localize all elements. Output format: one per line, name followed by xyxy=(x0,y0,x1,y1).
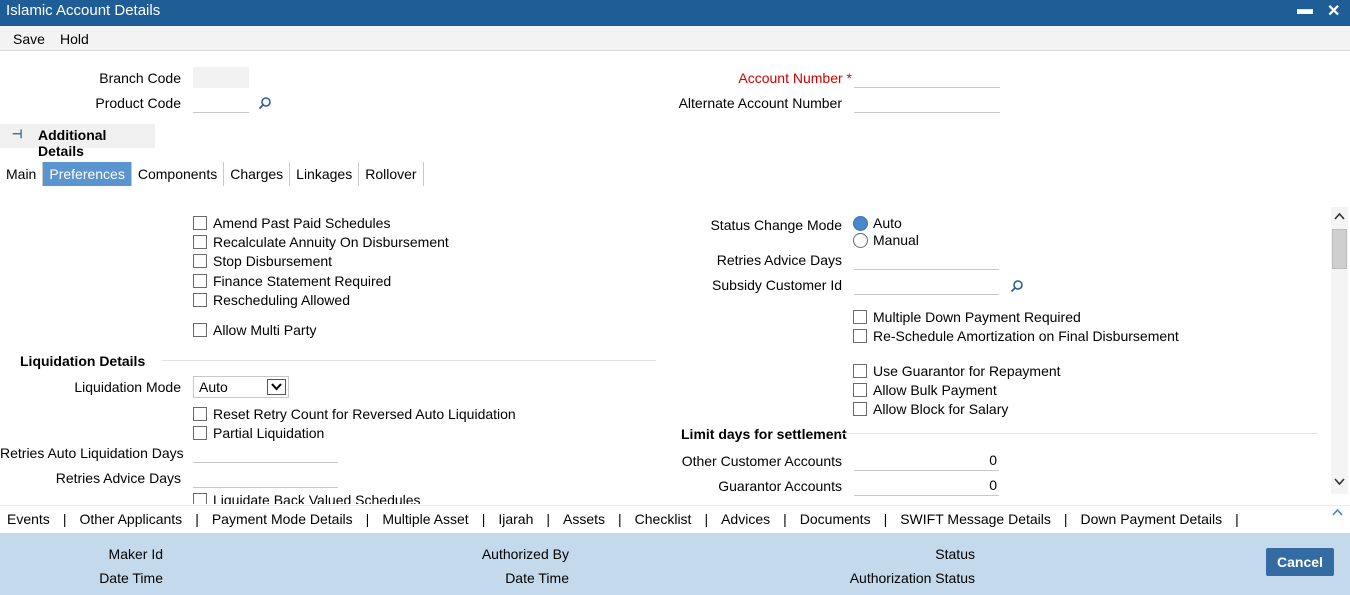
retries-auto-liquidation-label: Retries Auto Liquidation Days xyxy=(0,445,184,461)
chevron-down-icon[interactable] xyxy=(1333,477,1346,487)
subsidy-customer-id-field[interactable] xyxy=(854,274,999,295)
account-number-field[interactable] xyxy=(854,67,1000,88)
amend-past-paid-checkbox[interactable]: Amend Past Paid Schedules xyxy=(193,215,390,231)
product-code-field[interactable] xyxy=(193,92,249,113)
alternate-account-field[interactable] xyxy=(854,92,1000,113)
guarantor-accounts-label: Guarantor Accounts xyxy=(718,478,842,494)
tab-rollover[interactable]: Rollover xyxy=(359,162,424,186)
section-divider xyxy=(840,433,1318,434)
reset-retry-count-checkbox[interactable]: Reset Retry Count for Reversed Auto Liqu… xyxy=(193,406,516,422)
allow-block-salary-checkbox[interactable]: Allow Block for Salary xyxy=(853,401,1008,417)
tab-preferences[interactable]: Preferences xyxy=(43,162,132,186)
finance-statement-checkbox[interactable]: Finance Statement Required xyxy=(193,273,391,289)
auth-date-time-label: Date Time xyxy=(505,570,569,586)
other-customer-accounts-field[interactable]: 0 xyxy=(854,450,999,471)
liquidation-retries-advice-field[interactable] xyxy=(193,467,338,488)
advices-link[interactable]: Advices xyxy=(721,511,770,527)
liquidation-mode-label: Liquidation Mode xyxy=(74,379,181,395)
events-link[interactable]: Events xyxy=(7,511,50,527)
preferences-panel: Amend Past Paid Schedules Recalculate An… xyxy=(0,190,1330,504)
liquidation-retries-advice-label: Retries Advice Days xyxy=(55,470,181,486)
search-icon[interactable] xyxy=(258,96,272,110)
chevron-up-icon[interactable] xyxy=(1331,507,1344,517)
date-time-label: Date Time xyxy=(99,570,163,586)
allow-multi-party-checkbox[interactable]: Allow Multi Party xyxy=(193,322,316,338)
tab-linkages[interactable]: Linkages xyxy=(290,162,360,186)
required-marker: * xyxy=(846,70,852,86)
vertical-scrollbar[interactable] xyxy=(1331,207,1348,494)
window-title: Islamic Account Details xyxy=(6,2,161,19)
chevron-down-icon[interactable] xyxy=(267,379,286,395)
swift-message-details-link[interactable]: SWIFT Message Details xyxy=(900,511,1051,527)
product-code-label: Product Code xyxy=(95,95,181,111)
account-number-label: Account Number * xyxy=(738,70,852,86)
assets-link[interactable]: Assets xyxy=(563,511,605,527)
liquidate-back-valued-checkbox[interactable]: Liquidate Back Valued Schedules xyxy=(193,492,421,504)
status-label: Status xyxy=(935,546,975,562)
rescheduling-allowed-checkbox[interactable]: Rescheduling Allowed xyxy=(193,292,350,308)
additional-details-label: Additional Details xyxy=(38,127,107,159)
cancel-button[interactable]: Cancel xyxy=(1266,548,1334,576)
tab-charges[interactable]: Charges xyxy=(224,162,291,186)
collapse-icon[interactable]: ⊣ xyxy=(12,127,22,141)
other-customer-accounts-label: Other Customer Accounts xyxy=(681,453,842,469)
scrollbar-thumb[interactable] xyxy=(1332,229,1347,269)
retries-advice-days-field[interactable] xyxy=(854,249,999,270)
alternate-account-label: Alternate Account Number xyxy=(678,95,842,111)
menu-bar: Save Hold xyxy=(0,26,1350,51)
status-manual-radio[interactable]: Manual xyxy=(853,232,919,248)
retries-advice-days-label: Retries Advice Days xyxy=(716,252,842,268)
subsidy-customer-id-label: Subsidy Customer Id xyxy=(712,277,842,293)
section-divider xyxy=(162,360,656,361)
tab-bar: Main Preferences Components Charges Link… xyxy=(0,162,424,186)
window-titlebar: Islamic Account Details ▬ ✕ xyxy=(0,0,1350,26)
retries-auto-liquidation-field[interactable] xyxy=(193,442,338,463)
status-auto-radio[interactable]: Auto xyxy=(853,215,902,231)
payment-mode-details-link[interactable]: Payment Mode Details xyxy=(212,511,353,527)
save-button[interactable]: Save xyxy=(13,31,45,47)
additional-details-toggle[interactable]: ⊣ Additional Details xyxy=(0,124,155,159)
ijarah-link[interactable]: Ijarah xyxy=(498,511,533,527)
branch-code-label: Branch Code xyxy=(99,70,181,86)
checklist-link[interactable]: Checklist xyxy=(635,511,692,527)
authorization-status-label: Authorization Status xyxy=(849,570,975,586)
multiple-down-payment-checkbox[interactable]: Multiple Down Payment Required xyxy=(853,309,1081,325)
maker-id-label: Maker Id xyxy=(108,546,163,562)
liquidation-mode-select[interactable]: Auto xyxy=(193,376,289,398)
partial-liquidation-checkbox[interactable]: Partial Liquidation xyxy=(193,425,324,441)
status-change-mode-label: Status Change Mode xyxy=(710,217,842,233)
branch-code-field[interactable] xyxy=(193,67,249,88)
stop-disbursement-checkbox[interactable]: Stop Disbursement xyxy=(193,253,332,269)
audit-footer: Maker Id Date Time Authorized By Date Ti… xyxy=(0,533,1350,595)
close-icon[interactable]: ✕ xyxy=(1327,1,1340,21)
search-icon[interactable] xyxy=(1010,279,1024,293)
allow-bulk-payment-checkbox[interactable]: Allow Bulk Payment xyxy=(853,382,997,398)
chevron-up-icon[interactable] xyxy=(1333,211,1346,221)
guarantor-accounts-field[interactable]: 0 xyxy=(854,475,999,496)
liquidation-details-heading: Liquidation Details xyxy=(20,353,146,369)
other-applicants-link[interactable]: Other Applicants xyxy=(79,511,182,527)
reschedule-amortization-checkbox[interactable]: Re-Schedule Amortization on Final Disbur… xyxy=(853,328,1179,344)
tab-components[interactable]: Components xyxy=(132,162,225,186)
recalculate-annuity-checkbox[interactable]: Recalculate Annuity On Disbursement xyxy=(193,234,449,250)
authorized-by-label: Authorized By xyxy=(481,546,569,562)
down-payment-details-link[interactable]: Down Payment Details xyxy=(1081,511,1223,527)
documents-link[interactable]: Documents xyxy=(800,511,871,527)
minimize-icon[interactable]: ▬ xyxy=(1297,1,1313,19)
multiple-asset-link[interactable]: Multiple Asset xyxy=(382,511,468,527)
use-guarantor-checkbox[interactable]: Use Guarantor for Repayment xyxy=(853,363,1061,379)
hold-button[interactable]: Hold xyxy=(60,31,89,47)
limit-days-heading: Limit days for settlement xyxy=(681,426,847,442)
tab-main[interactable]: Main xyxy=(0,162,44,186)
subsystem-link-bar: Events | Other Applicants | Payment Mode D… xyxy=(0,505,1350,532)
